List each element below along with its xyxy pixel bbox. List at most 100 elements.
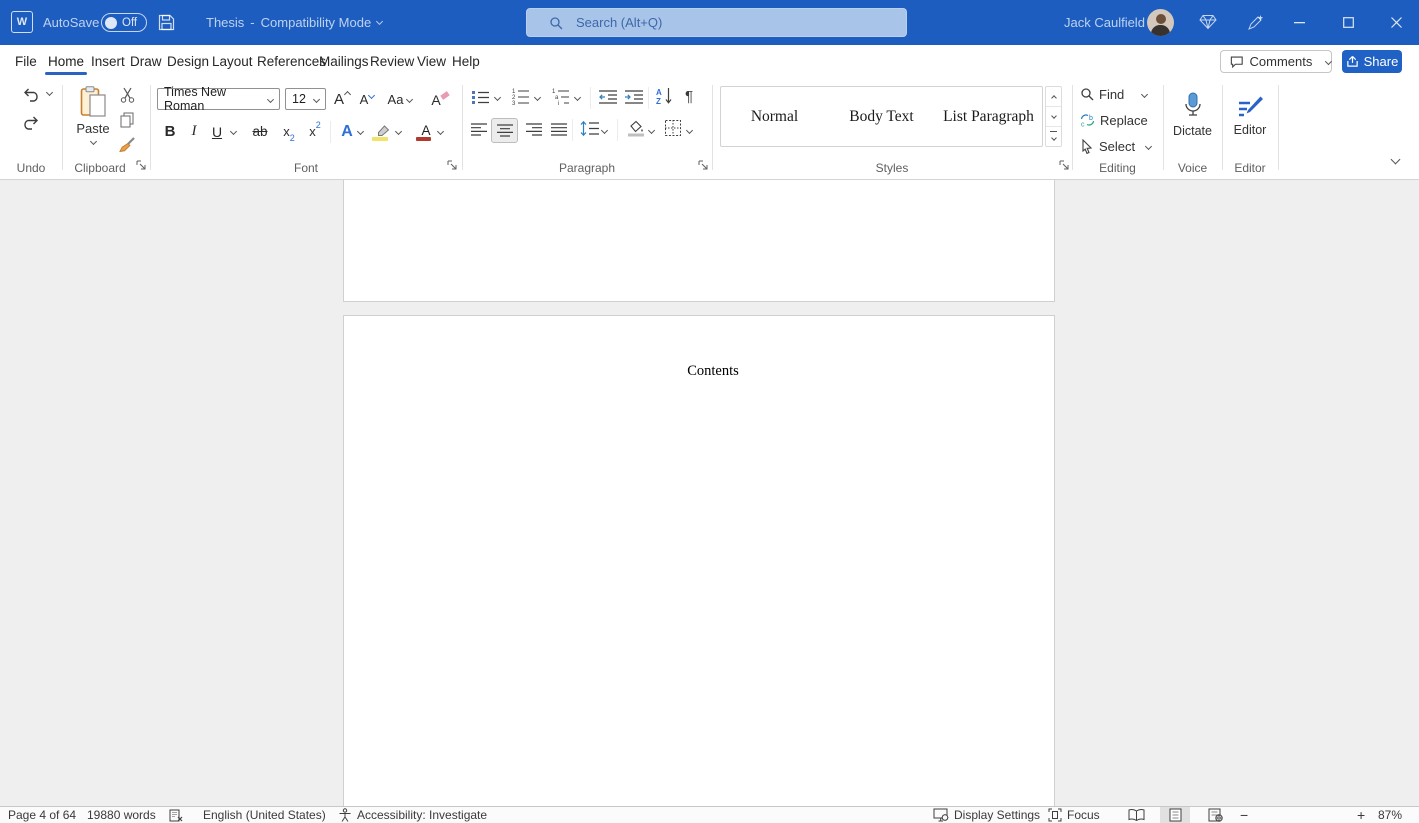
font-size-select[interactable]: 12 [285, 88, 326, 110]
document-page-1[interactable] [343, 180, 1055, 302]
proofing-status-icon[interactable] [169, 807, 183, 823]
tab-help[interactable]: Help [452, 45, 480, 77]
print-layout-button[interactable] [1160, 807, 1190, 823]
underline-button[interactable]: U [209, 120, 225, 143]
styles-scroll-down-button[interactable] [1046, 107, 1061, 127]
change-case-button[interactable]: Aa [383, 89, 417, 110]
document-title[interactable]: Thesis - Compatibility Mode [206, 15, 382, 30]
strikethrough-button[interactable]: ab [247, 120, 273, 143]
accessibility-icon[interactable] [338, 807, 352, 823]
collapse-ribbon-chevron-icon[interactable] [1391, 155, 1401, 165]
paragraph-dialog-launcher[interactable] [698, 160, 709, 171]
display-settings-button[interactable]: Display Settings [933, 807, 1040, 823]
grow-font-button[interactable]: A [331, 89, 353, 110]
pen-sparkle-icon[interactable] [1246, 14, 1264, 32]
justify-button[interactable] [550, 122, 568, 137]
style-body-text[interactable]: Body Text [828, 87, 935, 146]
share-button[interactable]: Share [1342, 50, 1402, 73]
highlight-color-button[interactable] [372, 119, 392, 143]
tab-review[interactable]: Review [370, 45, 414, 77]
select-chevron-icon[interactable] [1145, 143, 1152, 150]
undo-button[interactable] [18, 83, 44, 105]
font-color-chevron-icon[interactable] [437, 128, 444, 135]
text-effects-button[interactable]: A [337, 120, 357, 143]
bold-button[interactable]: B [160, 120, 180, 143]
align-left-button[interactable] [470, 122, 488, 137]
underline-chevron-icon[interactable] [230, 128, 237, 135]
text-effects-chevron-icon[interactable] [357, 128, 364, 135]
paste-button[interactable]: Paste [72, 83, 114, 147]
zoom-out-button[interactable]: − [1240, 807, 1248, 823]
clear-formatting-button[interactable]: A [428, 89, 452, 110]
word-count[interactable]: 19880 words [87, 807, 156, 823]
borders-button[interactable] [664, 119, 682, 137]
numbering-button[interactable]: 123 [511, 87, 530, 106]
read-mode-button[interactable] [1121, 807, 1151, 823]
styles-dialog-launcher[interactable] [1059, 160, 1070, 171]
dictate-button[interactable]: Dictate [1166, 83, 1219, 147]
tab-layout[interactable]: Layout [212, 45, 253, 77]
search-input[interactable]: Search (Alt+Q) [526, 8, 907, 37]
shading-button[interactable] [626, 119, 646, 138]
minimize-button[interactable] [1277, 0, 1322, 45]
styles-more-button[interactable] [1046, 127, 1061, 146]
multilevel-list-button[interactable]: 1ai [551, 87, 570, 106]
redo-button[interactable] [18, 111, 44, 133]
tab-insert[interactable]: Insert [91, 45, 125, 77]
zoom-level[interactable]: 87% [1378, 807, 1402, 823]
style-list-paragraph[interactable]: List Paragraph [935, 87, 1042, 146]
align-right-button[interactable] [525, 122, 543, 137]
line-spacing-button[interactable] [579, 120, 600, 137]
align-center-button[interactable] [491, 118, 518, 143]
tab-mailings[interactable]: Mailings [319, 45, 369, 77]
italic-button[interactable]: I [186, 120, 202, 143]
tab-design[interactable]: Design [167, 45, 209, 77]
subscript-button[interactable]: x2 [279, 120, 299, 143]
contents-heading[interactable]: Contents [344, 363, 1054, 380]
font-dialog-launcher[interactable] [447, 160, 458, 171]
focus-button[interactable]: Focus [1048, 807, 1100, 823]
comments-button[interactable]: Comments [1220, 50, 1332, 73]
find-chevron-icon[interactable] [1141, 91, 1148, 98]
decrease-indent-button[interactable] [598, 88, 618, 105]
avatar[interactable] [1147, 9, 1174, 36]
superscript-button[interactable]: x2 [305, 120, 325, 143]
clipboard-dialog-launcher[interactable] [136, 160, 147, 171]
close-button[interactable] [1374, 0, 1419, 45]
user-name[interactable]: Jack Caulfield [1064, 15, 1145, 30]
accessibility-status[interactable]: Accessibility: Investigate [357, 807, 487, 823]
shading-chevron-icon[interactable] [648, 127, 655, 134]
tab-home[interactable]: Home [48, 45, 84, 77]
highlight-chevron-icon[interactable] [395, 128, 402, 135]
zoom-in-button[interactable]: + [1357, 807, 1365, 823]
format-painter-button[interactable] [116, 135, 138, 155]
language-indicator[interactable]: English (United States) [203, 807, 326, 823]
bullets-chevron-icon[interactable] [494, 94, 501, 101]
style-normal[interactable]: Normal [721, 87, 828, 146]
multilevel-chevron-icon[interactable] [574, 94, 581, 101]
sort-button[interactable]: AZ [654, 85, 674, 106]
pilcrow-button[interactable]: ¶ [680, 86, 698, 106]
select-button[interactable]: Select [1081, 136, 1143, 156]
increase-indent-button[interactable] [624, 88, 644, 105]
document-page-2[interactable]: Contents [343, 315, 1055, 806]
font-color-button[interactable]: A [416, 119, 436, 143]
tab-view[interactable]: View [417, 45, 446, 77]
tab-draw[interactable]: Draw [130, 45, 162, 77]
web-layout-button[interactable] [1200, 807, 1230, 823]
replace-button[interactable]: bc Replace [1080, 110, 1150, 130]
editor-button[interactable]: Editor [1226, 83, 1274, 147]
undo-chevron-icon[interactable] [46, 89, 53, 96]
numbering-chevron-icon[interactable] [534, 94, 541, 101]
tab-references[interactable]: References [257, 45, 326, 77]
find-button[interactable]: Find [1080, 84, 1138, 104]
line-spacing-chevron-icon[interactable] [601, 127, 608, 134]
styles-scroll-up-button[interactable] [1046, 87, 1061, 107]
cut-button[interactable] [116, 85, 138, 105]
maximize-button[interactable] [1326, 0, 1371, 45]
page-indicator[interactable]: Page 4 of 64 [8, 807, 76, 823]
tab-file[interactable]: File [15, 45, 37, 77]
bullets-button[interactable] [471, 88, 490, 106]
font-family-select[interactable]: Times New Roman [157, 88, 280, 110]
copy-button[interactable] [116, 110, 138, 130]
